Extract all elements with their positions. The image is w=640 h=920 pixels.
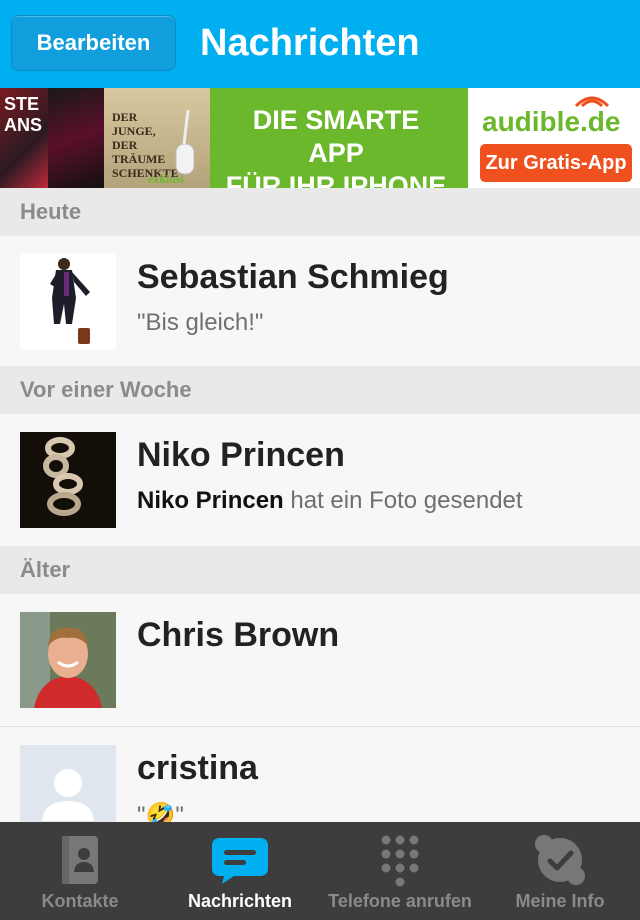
contacts-icon <box>62 836 98 884</box>
conversation-row[interactable]: Chris Brown <box>0 594 640 724</box>
contact-name: cristina <box>137 749 258 787</box>
dialpad-icon <box>381 835 419 887</box>
contact-name: Niko Princen <box>137 436 345 474</box>
chat-bubble-icon <box>212 838 268 884</box>
sculpture-image <box>43 437 83 516</box>
avatar <box>20 612 116 708</box>
message-preview-text: "Bis gleich!" <box>137 309 264 336</box>
banner-headline-line1: DIE SMARTE APP <box>252 105 420 168</box>
audible-banner-ad[interactable]: STE ANS DER JUNGE, DER TRÄUME SCHENKTE e… <box>0 88 640 188</box>
avatar <box>20 254 116 350</box>
get-free-app-button[interactable]: Zur Gratis-App <box>480 144 632 182</box>
section-header-last-week: Vor einer Woche <box>0 366 640 414</box>
headphones-icon <box>175 109 195 175</box>
tab-label: Telefone anrufen <box>328 891 472 911</box>
section-header-older: Älter <box>0 546 640 594</box>
banner-headline-line2: FÜR IHR IPHONE <box>225 171 447 188</box>
conversation-row[interactable]: Sebastian Schmieg "Bis gleich!" <box>0 236 640 366</box>
tab-call-phones[interactable]: Telefone anrufen <box>320 822 480 920</box>
book-cover-3-text: DER JUNGE, DER TRÄUME SCHENKTE <box>112 110 179 180</box>
tab-contacts[interactable]: Kontakte <box>0 822 160 920</box>
message-preview: Niko Princen hat ein Foto gesendet <box>137 487 523 515</box>
book-cover-1-text: STE ANS <box>4 94 43 135</box>
tab-messages[interactable]: Nachrichten <box>160 822 320 920</box>
tab-bar: Kontakte Nachrichten Telefone anrufen Me… <box>0 822 640 920</box>
section-header-today: Heute <box>0 188 640 236</box>
message-preview-text: hat ein Foto gesendet <box>290 487 523 514</box>
book-cover-3: DER JUNGE, DER TRÄUME SCHENKTE exklusi <box>104 88 210 188</box>
edit-button[interactable]: Bearbeiten <box>11 15 176 71</box>
contact-name: Chris Brown <box>137 616 340 654</box>
message-sender: Niko Princen <box>137 487 284 514</box>
person-figure-image <box>50 258 90 344</box>
contact-name: Sebastian Schmieg <box>137 258 449 296</box>
book-cover-2 <box>48 88 104 188</box>
banner-brand-panel: audible.de Zur Gratis-App <box>468 88 640 188</box>
page-title: Nachrichten <box>200 22 420 64</box>
tab-label: Nachrichten <box>187 891 293 911</box>
avatar <box>20 432 116 528</box>
tab-label: Kontakte <box>41 891 119 911</box>
profile-photo <box>20 612 116 708</box>
nav-bar: Bearbeiten Nachrichten <box>0 0 640 88</box>
message-preview: "Bis gleich!" <box>137 309 263 337</box>
banner-headline: DIE SMARTE APP FÜR IHR IPHONE <box>222 104 450 188</box>
tab-my-info[interactable]: Meine Info <box>480 822 640 920</box>
book-cover-1: STE ANS <box>0 88 48 188</box>
tab-label: Meine Info <box>515 891 605 911</box>
conversation-row[interactable]: Niko Princen Niko Princen hat ein Foto g… <box>0 414 640 544</box>
skype-check-icon <box>535 835 585 885</box>
audible-logo: audible.de <box>482 106 621 137</box>
